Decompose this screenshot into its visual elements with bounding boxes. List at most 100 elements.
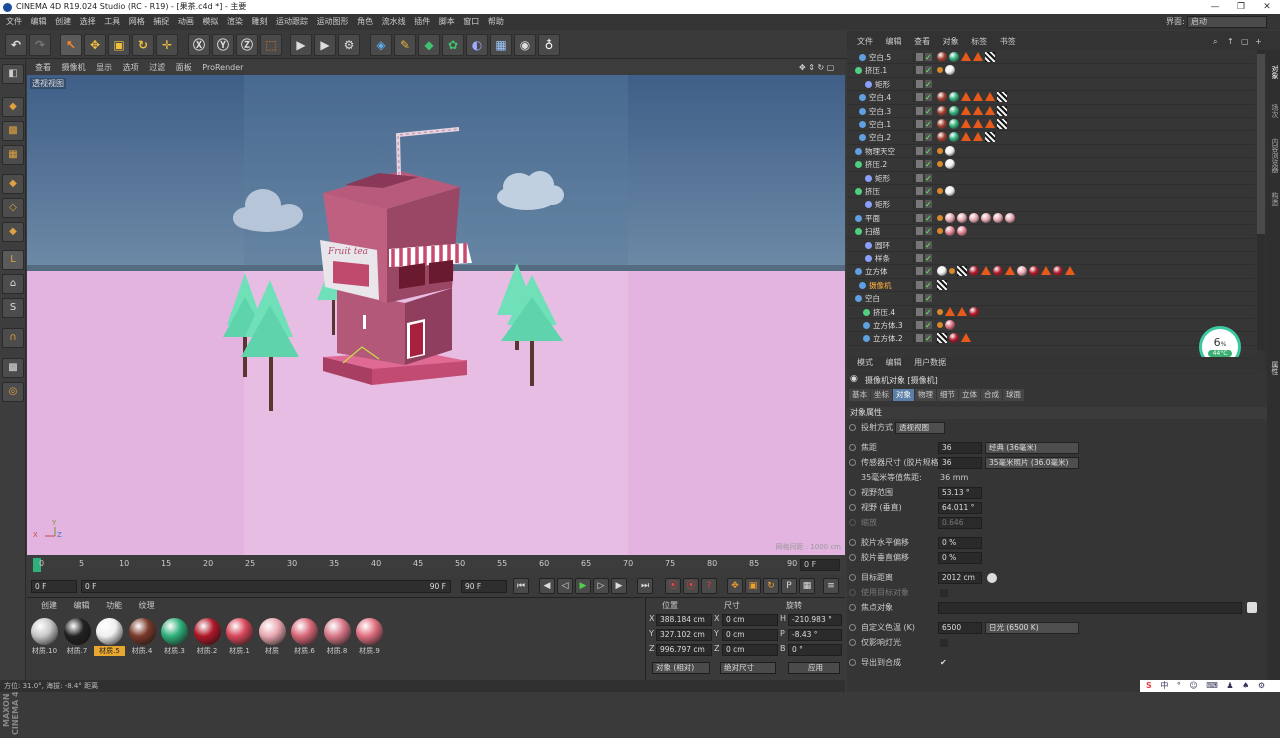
timeline-ruler[interactable]: 0 5 10 15 20 25 30 35 40 45 50 55 60 65 … (27, 555, 845, 575)
menu-mesh[interactable]: 网格 (129, 14, 145, 30)
lights-radio[interactable] (849, 639, 856, 646)
side-tab-attributes[interactable]: 属性 (1266, 361, 1280, 375)
maximize-button[interactable]: ❐ (1228, 0, 1254, 14)
current-frame-field[interactable]: 0 F (800, 559, 840, 571)
enabled-check-icon[interactable]: ✓ (925, 319, 932, 332)
object-name[interactable]: 立方体.3 (873, 319, 903, 332)
phong-tag-icon[interactable] (937, 279, 947, 290)
focal-input[interactable]: 36 (938, 442, 982, 454)
size-input[interactable]: 0 cm (722, 614, 778, 626)
side-tab-takes[interactable]: 场次 (1266, 96, 1280, 126)
select-cursor-icon[interactable]: ↖ (60, 34, 82, 56)
vp-menu-prorender[interactable]: ProRender (202, 60, 243, 75)
selection-tag-icon[interactable] (985, 92, 995, 102)
menu-snap[interactable]: 捕捉 (153, 14, 169, 30)
zoom-radio[interactable] (849, 519, 856, 526)
editor-visibility-icon[interactable] (916, 173, 923, 182)
x-axis-icon[interactable]: Ⓧ (188, 34, 210, 56)
object-row[interactable]: 挤压.1 ✓ (847, 64, 1255, 78)
selection-tag-icon[interactable] (1065, 266, 1075, 276)
editor-visibility-icon[interactable] (916, 267, 923, 276)
menu-simulate[interactable]: 模拟 (202, 14, 218, 30)
display-tag-icon[interactable] (937, 308, 943, 315)
object-row[interactable]: 矩形 ✓ (847, 78, 1255, 92)
planar-icon[interactable]: ◎ (2, 382, 24, 402)
editor-visibility-icon[interactable] (916, 93, 923, 102)
enabled-check-icon[interactable]: ✓ (925, 279, 932, 292)
display-tag-icon[interactable] (937, 188, 943, 194)
sensor-preset-select[interactable]: 35毫米照片 (36.0毫米) (985, 457, 1079, 469)
object-name[interactable]: 矩形 (875, 198, 890, 211)
attr-tab[interactable]: 细节 (937, 389, 958, 401)
object-row[interactable]: 立方体 ✓ (847, 265, 1255, 279)
vp-menu-display[interactable]: 显示 (96, 60, 112, 75)
object-row[interactable]: 空白 ✓ (847, 292, 1255, 306)
material-tag-icon[interactable] (949, 119, 959, 129)
menu-file[interactable]: 文件 (6, 14, 22, 30)
phong-tag-icon[interactable] (985, 52, 995, 62)
tweak-mode-icon[interactable]: ⌂ (2, 274, 24, 294)
next-frame-icon[interactable]: ▷ (593, 578, 609, 594)
enabled-check-icon[interactable]: ✓ (925, 158, 932, 171)
object-row[interactable]: 立方体.3 ✓ (847, 319, 1255, 333)
perspective-viewport[interactable]: Fruit tea X Z Y 透视视图 网格间距 : 1000 cm (27, 75, 845, 555)
material-tag-icon[interactable] (945, 320, 955, 330)
editor-visibility-icon[interactable] (916, 280, 923, 289)
material-tag-icon[interactable] (945, 145, 955, 156)
enabled-check-icon[interactable]: ✓ (925, 212, 932, 225)
attr-tab[interactable]: 物理 (915, 389, 936, 401)
object-row[interactable]: 矩形 ✓ (847, 172, 1255, 185)
selection-tag-icon[interactable] (985, 105, 995, 115)
material-swatch[interactable]: 材质.2 (192, 616, 223, 658)
prev-frame-icon[interactable]: ◁ (557, 578, 573, 594)
enabled-check-icon[interactable]: ✓ (925, 145, 932, 158)
enabled-check-icon[interactable]: ✓ (925, 292, 932, 305)
rotate-icon[interactable]: ↻ (132, 34, 154, 56)
selection-tag-icon[interactable] (961, 132, 971, 142)
focus-radio[interactable] (849, 604, 856, 611)
enabled-check-icon[interactable]: ✓ (925, 239, 932, 252)
menu-window[interactable]: 窗口 (463, 14, 479, 30)
focus-object-field[interactable] (938, 602, 1242, 614)
object-name[interactable]: 空白.3 (869, 105, 891, 118)
editor-visibility-icon[interactable] (916, 227, 923, 236)
side-tab-structure[interactable]: 构造 (1266, 184, 1280, 214)
size-input[interactable]: 0 cm (722, 644, 778, 656)
object-row[interactable]: 空白.5 ✓ (847, 51, 1255, 65)
material-tag-icon[interactable] (1017, 266, 1027, 277)
axis-mode-icon[interactable]: L (2, 250, 24, 270)
enabled-check-icon[interactable]: ✓ (925, 185, 932, 198)
material-tag-icon[interactable] (969, 306, 979, 317)
menu-select[interactable]: 选择 (80, 14, 96, 30)
object-row[interactable]: 立方体.2 ✓ (847, 332, 1255, 346)
export-radio[interactable] (849, 659, 856, 666)
mat-menu-function[interactable]: 功能 (106, 598, 122, 614)
vp-menu-view[interactable]: 查看 (35, 60, 51, 75)
phong-tag-icon[interactable] (957, 266, 967, 277)
selection-tag-icon[interactable] (973, 119, 983, 128)
key-scale-icon[interactable]: ▣ (745, 578, 761, 594)
lock-workplane-icon[interactable]: ▩ (2, 358, 24, 378)
tray-user-icon[interactable]: ♟ (1226, 680, 1233, 692)
editor-visibility-icon[interactable] (916, 240, 923, 249)
attr-menu-mode[interactable]: 模式 (857, 357, 873, 369)
object-name[interactable]: 摄像机 (869, 279, 892, 292)
material-tag-icon[interactable] (1053, 266, 1063, 277)
rotation-input[interactable]: -8.43 ° (788, 629, 842, 641)
object-name[interactable]: 挤压 (865, 185, 880, 198)
attr-tab[interactable]: 立体 (959, 389, 980, 401)
target-input[interactable]: 2012 cm (938, 572, 982, 584)
editor-visibility-icon[interactable] (916, 254, 923, 262)
material-tag-icon[interactable] (1005, 212, 1015, 223)
position-input[interactable]: 327.102 cm (656, 629, 712, 641)
auto-key-icon[interactable]: ⦿ (683, 578, 699, 594)
play-icon[interactable]: ▶ (575, 578, 591, 594)
vp-menu-filter[interactable]: 过滤 (149, 60, 165, 75)
start-frame-field[interactable]: 0 F (31, 580, 77, 593)
tray-emoji-icon[interactable]: ☺ (1189, 680, 1197, 692)
wb-input[interactable]: 6500 (938, 622, 982, 634)
size-input[interactable]: 0 cm (722, 629, 778, 641)
selection-tag-icon[interactable] (961, 105, 971, 115)
keyframe-help-icon[interactable]: ? (701, 578, 717, 594)
menu-render[interactable]: 渲染 (227, 14, 243, 30)
